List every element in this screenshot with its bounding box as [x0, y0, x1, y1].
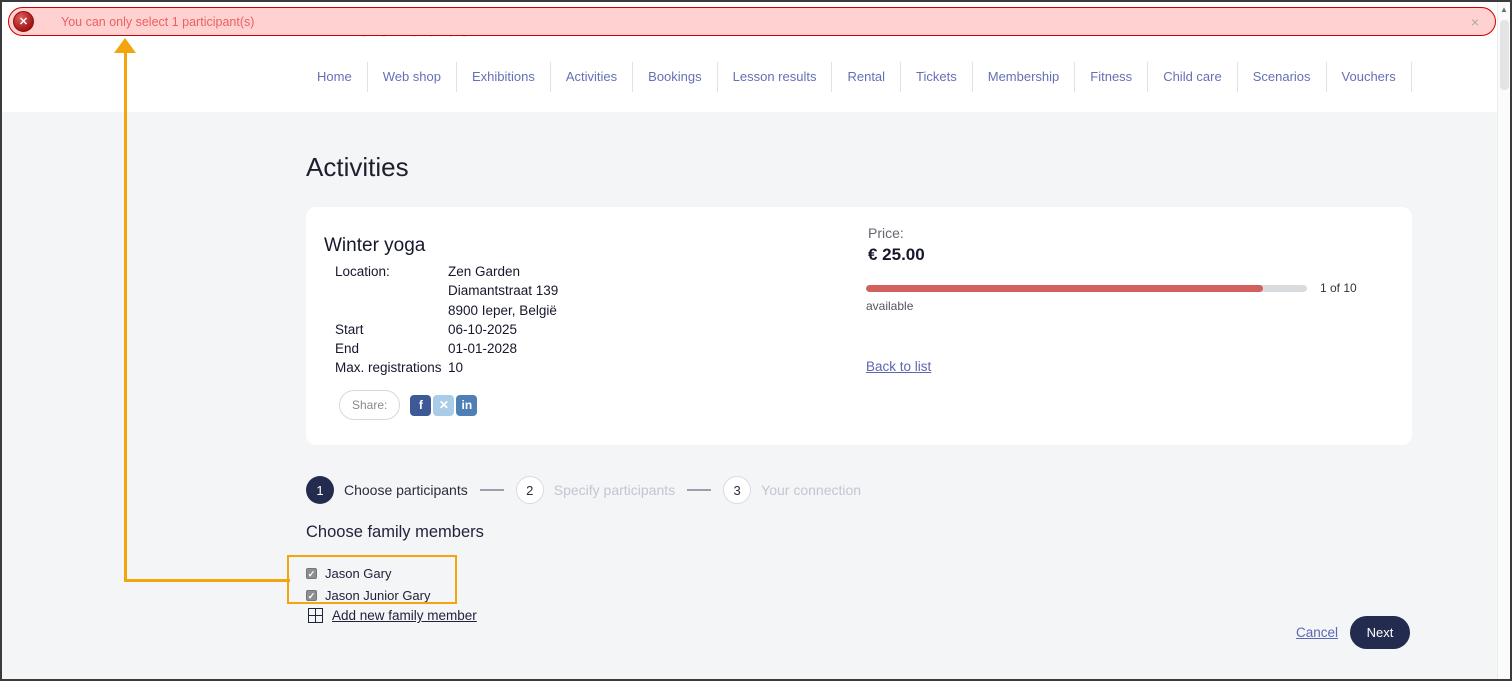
detail-value: 06-10-2025: [448, 320, 517, 339]
family-member-row[interactable]: ✓ Jason Gary: [306, 562, 431, 584]
detail-row: Max. registrations 10: [335, 358, 558, 377]
detail-label: Start: [335, 320, 448, 339]
error-message: You can only select 1 participant(s): [61, 15, 254, 29]
detail-row: Start 06-10-2025: [335, 320, 558, 339]
plus-square-icon: [308, 608, 323, 623]
family-member-row[interactable]: ✓ Jason Junior Gary: [306, 584, 431, 606]
detail-row: Diamantstraat 139: [335, 281, 558, 300]
stepper: 1 Choose participants 2 Specify particip…: [306, 476, 861, 504]
page-title: Activities: [306, 152, 409, 183]
detail-label: Location:: [335, 262, 448, 281]
nav-item-vouchers[interactable]: Vouchers: [1327, 62, 1412, 92]
facebook-icon[interactable]: f: [410, 395, 431, 416]
nav-item-home[interactable]: Home: [302, 62, 368, 92]
social-buttons: f ✕ in: [410, 395, 477, 416]
step-1-circle: 1: [306, 476, 334, 504]
x-twitter-icon[interactable]: ✕: [433, 395, 454, 416]
step-1-label: Choose participants: [344, 482, 468, 498]
nav-item-fitness[interactable]: Fitness: [1075, 62, 1148, 92]
step-separator: [687, 489, 711, 491]
family-members-heading: Choose family members: [306, 523, 484, 542]
linkedin-icon[interactable]: in: [456, 395, 477, 416]
detail-row: 8900 Ieper, België: [335, 301, 558, 320]
nav-item-web-shop[interactable]: Web shop: [368, 62, 457, 92]
close-icon[interactable]: ×: [1471, 14, 1479, 30]
detail-row: End 01-01-2028: [335, 339, 558, 358]
step-separator: [480, 489, 504, 491]
checked-checkbox-icon[interactable]: ✓: [306, 590, 317, 601]
nav-item-child-care[interactable]: Child care: [1148, 62, 1238, 92]
detail-value: 10: [448, 358, 463, 377]
cancel-link[interactable]: Cancel: [1296, 625, 1338, 640]
availability-count: 1 of 10: [1320, 281, 1357, 295]
share-row: Share: f ✕ in: [339, 390, 477, 420]
detail-label: [335, 281, 448, 300]
nav-item-rental[interactable]: Rental: [832, 62, 901, 92]
back-to-list-link[interactable]: Back to list: [866, 359, 931, 374]
step-3-circle: 3: [723, 476, 751, 504]
detail-label: End: [335, 339, 448, 358]
activity-card: Winter yoga Location: Zen Garden Diamant…: [306, 207, 1412, 445]
price-value: € 25.00: [868, 245, 925, 265]
activity-name: Winter yoga: [324, 235, 425, 257]
main-navigation: Home Web shop Exhibitions Activities Boo…: [302, 62, 1412, 92]
detail-value: Diamantstraat 139: [448, 281, 558, 300]
detail-value: 8900 Ieper, België: [448, 301, 557, 320]
available-label: available: [866, 299, 913, 313]
nav-item-bookings[interactable]: Bookings: [633, 62, 717, 92]
nav-item-lesson-results[interactable]: Lesson results: [718, 62, 833, 92]
checked-checkbox-icon[interactable]: ✓: [306, 568, 317, 579]
family-member-list: ✓ Jason Gary ✓ Jason Junior Gary: [306, 562, 431, 606]
detail-value: 01-01-2028: [448, 339, 517, 358]
step-2-label: Specify participants: [554, 482, 675, 498]
vertical-scrollbar[interactable]: ▲: [1497, 2, 1510, 679]
add-family-member[interactable]: Add new family member: [308, 608, 477, 623]
availability-progress-fill: [866, 285, 1263, 292]
family-member-name: Jason Junior Gary: [325, 588, 431, 603]
price-label: Price:: [868, 225, 904, 241]
scrollbar-up-arrow-icon[interactable]: ▲: [1498, 5, 1510, 14]
error-icon: ✕: [13, 11, 34, 32]
detail-label: [335, 301, 448, 320]
availability-progress-bar: [866, 285, 1307, 292]
family-member-name: Jason Gary: [325, 566, 391, 581]
nav-item-scenarios[interactable]: Scenarios: [1238, 62, 1327, 92]
nav-item-exhibitions[interactable]: Exhibitions: [457, 62, 551, 92]
add-family-member-link[interactable]: Add new family member: [332, 608, 477, 623]
activity-details: Location: Zen Garden Diamantstraat 139 8…: [335, 262, 558, 378]
nav-item-membership[interactable]: Membership: [973, 62, 1076, 92]
detail-row: Location: Zen Garden: [335, 262, 558, 281]
step-3-label: Your connection: [761, 482, 861, 498]
step-2-circle: 2: [516, 476, 544, 504]
nav-item-tickets[interactable]: Tickets: [901, 62, 973, 92]
scrollbar-thumb[interactable]: [1500, 20, 1509, 90]
error-banner: ✕ You can only select 1 participant(s) ×: [8, 7, 1496, 36]
nav-item-activities[interactable]: Activities: [551, 62, 633, 92]
detail-label: Max. registrations: [335, 358, 448, 377]
next-button[interactable]: Next: [1350, 616, 1410, 649]
webshop-window: recreatex Home Web shop Exhibitions Acti…: [0, 0, 1512, 681]
detail-value: Zen Garden: [448, 262, 520, 281]
share-label: Share:: [339, 390, 400, 420]
